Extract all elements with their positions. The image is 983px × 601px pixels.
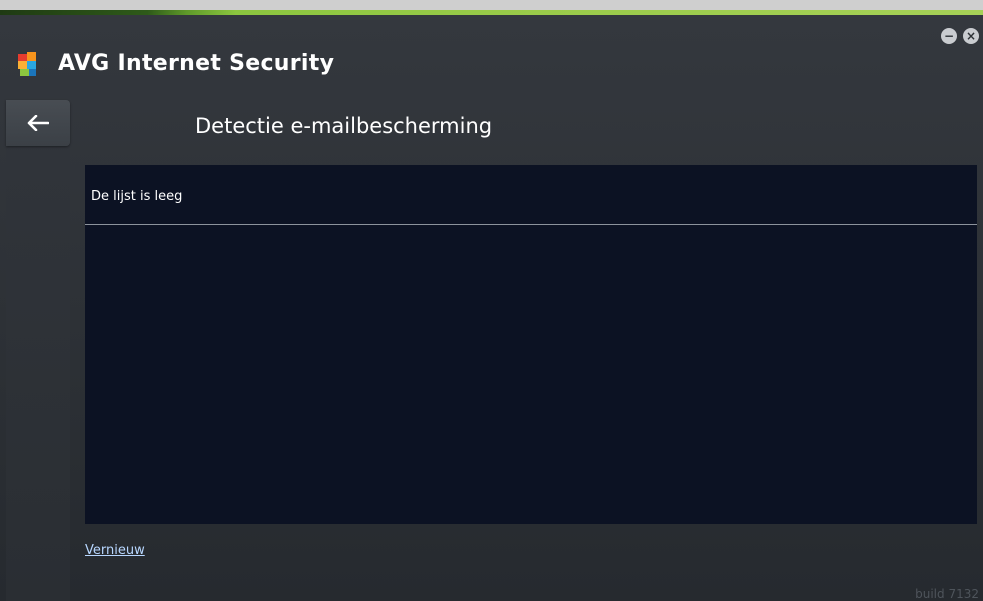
sidebar	[6, 146, 70, 601]
title-bar: AVG Internet Security − ×	[0, 15, 983, 95]
app-window: AVG Internet Security − × Detectie e-mai…	[0, 10, 983, 601]
build-number: build 7132	[915, 587, 979, 601]
minimize-button[interactable]: −	[941, 28, 957, 44]
app-brand: AVG	[58, 51, 110, 76]
close-icon: ×	[965, 29, 977, 43]
arrow-left-icon	[27, 115, 49, 131]
list-header: De lijst is leeg	[85, 165, 977, 225]
page-title: Detectie e-mailbescherming	[195, 114, 493, 138]
empty-list-message: De lijst is leeg	[91, 189, 183, 204]
detection-list: De lijst is leeg	[85, 165, 977, 524]
refresh-link[interactable]: Vernieuw	[85, 543, 145, 558]
avg-logo-icon	[18, 52, 36, 76]
back-button[interactable]	[6, 100, 70, 146]
minimize-icon: −	[943, 29, 955, 43]
app-product: Internet Security	[117, 51, 335, 76]
app-title: AVG Internet Security	[58, 51, 334, 76]
close-button[interactable]: ×	[963, 28, 979, 44]
